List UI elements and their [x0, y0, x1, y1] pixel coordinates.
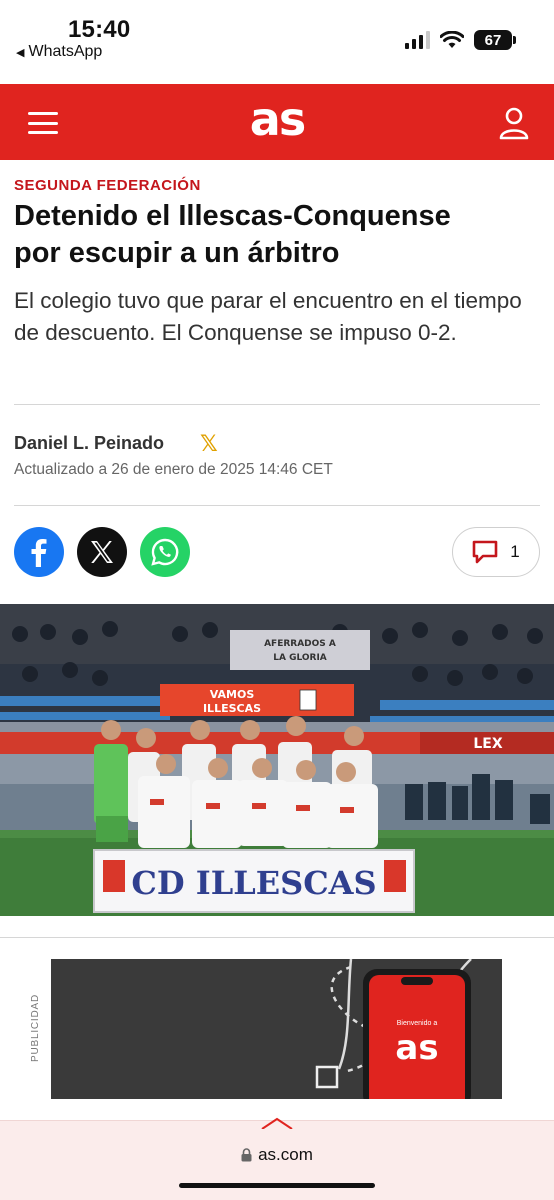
divider	[14, 404, 540, 405]
whatsapp-icon	[151, 538, 179, 566]
updated-timestamp: Actualizado a 26 de enero de 2025 14:46 …	[14, 461, 333, 478]
lock-icon	[241, 1148, 252, 1162]
banner-vamos: VAMOS	[210, 688, 255, 701]
comment-count: 1	[510, 542, 520, 561]
article-photo[interactable]: AFERRADOS A LA GLORIA VAMOS ILLESCAS LEX	[0, 604, 554, 916]
divider	[0, 937, 554, 938]
advertisement[interactable]: Bienvenido a as	[51, 959, 502, 1099]
team-photo-illustration: AFERRADOS A LA GLORIA VAMOS ILLESCAS LEX	[0, 604, 554, 916]
ad-illustration: Bienvenido a as	[51, 959, 502, 1099]
back-to-app-button[interactable]: ◀ WhatsApp	[16, 43, 102, 61]
status-icons: 67	[405, 30, 516, 50]
status-bar: 15:40 ◀ WhatsApp 67	[0, 0, 554, 82]
home-indicator[interactable]	[179, 1183, 375, 1188]
section-kicker[interactable]: SEGUNDA FEDERACIÓN	[14, 177, 201, 194]
author-name[interactable]: Daniel L. Peinado	[14, 433, 164, 454]
ad-phone-logo: as	[395, 1028, 438, 1068]
back-app-label: WhatsApp	[28, 43, 103, 60]
facebook-share-button[interactable]	[14, 527, 64, 577]
chevron-up-icon[interactable]	[258, 1117, 296, 1129]
banner-illescas: ILLESCAS	[203, 702, 261, 715]
cellular-signal-icon	[405, 31, 430, 49]
facebook-icon	[31, 539, 47, 567]
ad-label: PUBLICIDAD	[30, 993, 41, 1062]
x-logo-icon[interactable]: 𝕏	[200, 431, 218, 457]
sponsor-board: LEX	[473, 736, 502, 752]
fan-banner: AFERRADOS A	[264, 639, 336, 649]
clock: 15:40	[68, 16, 131, 43]
svg-text:LA GLORIA: LA GLORIA	[273, 653, 327, 663]
comment-icon	[472, 540, 498, 564]
battery-level: 67	[484, 31, 502, 49]
headline-line-2: por escupir a un árbitro	[14, 237, 340, 269]
battery-icon: 67	[474, 30, 516, 50]
club-board: CD ILLESCAS	[131, 864, 376, 902]
whatsapp-share-button[interactable]	[140, 527, 190, 577]
wifi-icon	[440, 31, 464, 48]
x-share-button[interactable]	[77, 527, 127, 577]
comments-button[interactable]: 1	[452, 527, 540, 577]
subheadline: El colegio tuvo que parar el encuentro e…	[14, 288, 522, 345]
ad-phone-text: Bienvenido a	[397, 1020, 438, 1027]
divider	[14, 505, 540, 506]
headline: Detenido el Illescas-Conquense por escup…	[14, 198, 534, 272]
headline-line-1: Detenido el Illescas-Conquense	[14, 200, 451, 232]
url-text: as.com	[258, 1145, 313, 1164]
user-icon[interactable]	[498, 106, 530, 140]
back-arrow-icon: ◀	[16, 46, 25, 59]
as-logo[interactable]: as	[0, 92, 554, 146]
url-field[interactable]: as.com	[0, 1145, 554, 1165]
x-icon	[91, 541, 113, 563]
site-header: as	[0, 84, 554, 160]
browser-address-bar: as.com	[0, 1117, 554, 1200]
